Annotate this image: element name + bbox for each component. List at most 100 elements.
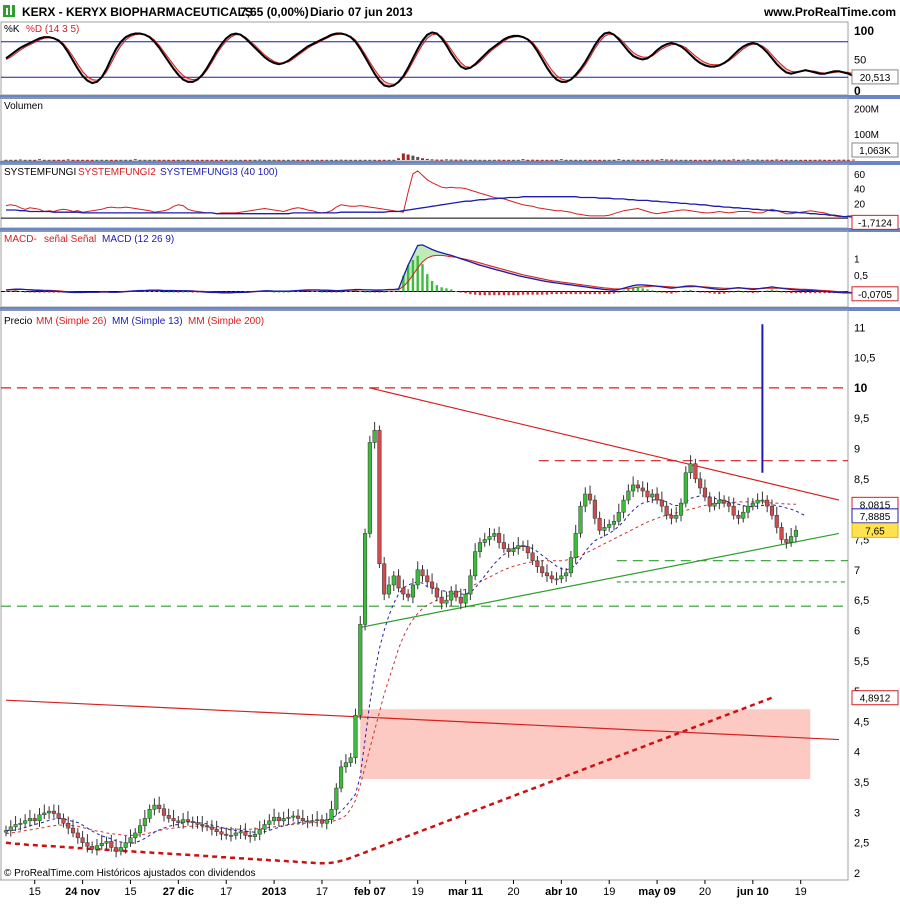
macd-histogram-bar: [34, 292, 36, 293]
volume-bar: [636, 160, 639, 161]
volume-bar: [349, 160, 352, 161]
macd-histogram-bar: [780, 292, 782, 293]
candle-body: [732, 506, 736, 515]
candle-body: [770, 506, 774, 515]
macd-histogram-bar: [373, 292, 375, 293]
macd-histogram-bar: [153, 291, 155, 292]
volume-bar: [641, 160, 644, 161]
candle-body: [756, 500, 760, 503]
volume-bar: [440, 160, 443, 161]
macd-histogram-bar: [704, 292, 706, 293]
candle-body: [473, 552, 477, 576]
volume-bar: [766, 160, 769, 161]
volume-bar: [316, 160, 319, 161]
volume-bar: [804, 160, 807, 161]
candle-body: [402, 588, 406, 594]
candle-body: [445, 600, 449, 603]
candle-body: [239, 832, 243, 833]
volume-bar: [378, 160, 381, 161]
candle-body: [689, 464, 693, 473]
sma26-label: MM (Simple 26): [36, 316, 107, 327]
volume-bar: [14, 160, 17, 161]
macd-histogram-bar: [627, 289, 629, 292]
volume-bar: [38, 159, 41, 160]
systemfungi-tick: 40: [854, 185, 866, 196]
volume-bar: [258, 160, 261, 161]
stochastic-tick: 0: [854, 84, 861, 98]
volume-bar: [387, 160, 390, 161]
macd-histogram-bar: [699, 292, 701, 293]
macd-histogram-bar: [407, 265, 409, 291]
candle-body: [315, 820, 319, 821]
volume-bar: [598, 160, 601, 161]
candle-body: [684, 473, 688, 503]
volume-bar: [656, 160, 659, 161]
volume-bar: [593, 160, 596, 161]
candle-body: [263, 824, 267, 829]
chart-svg: KERX - KERYX BIOPHARMACEUTICALS 7,65 (0,…: [0, 0, 900, 900]
candle-body: [114, 848, 118, 852]
macd-histogram-bar: [800, 292, 802, 294]
volume-bar: [320, 160, 323, 161]
candle-body: [277, 817, 281, 821]
macd-histogram-bar: [661, 292, 663, 293]
macd-histogram-bar: [790, 292, 792, 294]
volume-bar: [450, 160, 453, 161]
candle-body: [95, 846, 99, 850]
volume-bar: [119, 160, 122, 161]
volume-bar: [608, 160, 611, 161]
candle-body: [296, 816, 300, 818]
volume-bar: [292, 160, 295, 161]
sma13-label: MM (Simple 13): [112, 316, 183, 327]
macd-histogram-bar: [48, 292, 50, 293]
volume-bar: [62, 160, 65, 161]
volume-bar: [579, 160, 582, 161]
candle-body: [765, 500, 769, 506]
volume-bar: [206, 160, 209, 161]
volume-bar: [483, 160, 486, 161]
candle-body: [526, 547, 530, 553]
footer-copyright: © ProRealTime.com Históricos ajustados c…: [4, 868, 256, 879]
candle-body: [200, 824, 204, 825]
x-tick-label: 17: [220, 886, 232, 898]
volume-bar: [19, 159, 22, 160]
macd-histogram-bar: [14, 290, 16, 291]
macd-histogram-bar: [713, 292, 715, 294]
macd-histogram-bar: [771, 289, 773, 291]
macd-histogram-bar: [560, 292, 562, 295]
volume-bar: [325, 160, 328, 161]
candle-body: [780, 527, 784, 539]
candle-body: [488, 536, 492, 539]
macd-histogram-bar: [536, 292, 538, 295]
volume-bar: [139, 160, 142, 161]
candle-body: [540, 567, 544, 573]
volume-bar: [287, 160, 290, 161]
volume-tick: 200M: [854, 104, 879, 115]
volume-bar: [91, 160, 94, 161]
macd-histogram-bar: [349, 291, 351, 292]
site-link[interactable]: www.ProRealTime.com: [763, 5, 896, 19]
volume-bar: [455, 160, 458, 161]
macd-histogram-bar: [785, 292, 787, 293]
volume-bar: [794, 160, 797, 161]
volume-bar: [273, 160, 276, 161]
macd-histogram-bar: [440, 287, 442, 291]
candle-body: [698, 479, 702, 488]
volume-bar: [43, 160, 46, 161]
macd-histogram-bar: [397, 290, 399, 291]
candle-body: [320, 820, 324, 824]
x-tick-label: 15: [29, 886, 41, 898]
macd-histogram-bar: [311, 291, 313, 292]
macd-histogram-bar: [321, 292, 323, 293]
macd-histogram-bar: [464, 292, 466, 294]
systemfungi-title: SYSTEMFUNGI: [4, 167, 76, 178]
candle-body: [761, 500, 765, 501]
volume-bar: [359, 160, 362, 161]
candle-body: [564, 573, 568, 576]
volume-bar: [823, 160, 826, 161]
macd-histogram-bar: [555, 292, 557, 295]
candle-body: [363, 533, 367, 624]
candle-body: [636, 485, 640, 488]
candle-body: [282, 818, 286, 820]
candle-body: [512, 549, 516, 552]
